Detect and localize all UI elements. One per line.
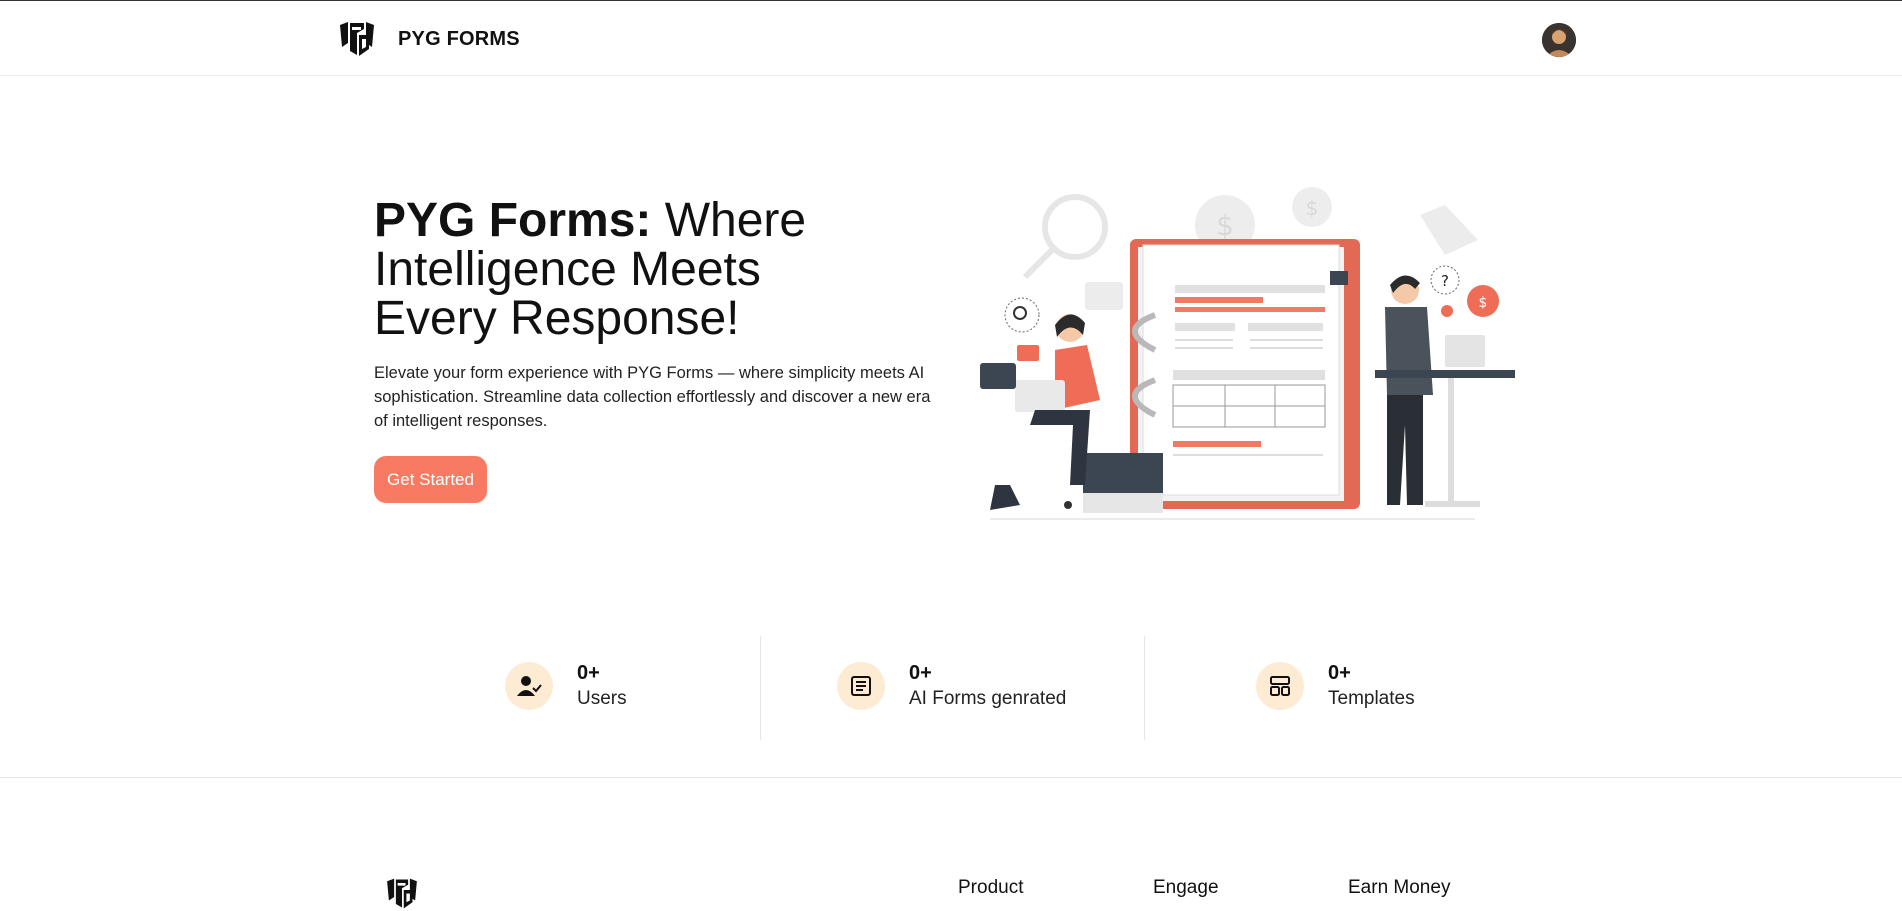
hero-description: Elevate your form experience with PYG Fo… [374,364,931,430]
user-avatar[interactable] [1542,23,1576,57]
stat-templates-label: Templates [1328,688,1415,709]
stat-users: 0+ Users [505,660,627,712]
section-divider [0,777,1902,778]
brand[interactable]: PYG FORMS [336,19,520,59]
brand-name: PYG FORMS [398,27,520,50]
template-icon [1256,662,1304,710]
stat-users-label: Users [577,688,627,709]
stat-users-value: 0+ [577,662,600,684]
footer-logo-icon[interactable] [383,876,421,911]
footer-heading-product: Product [958,877,1024,898]
stat-divider [760,636,761,740]
stat-ai-forms-label: AI Forms genrated [909,688,1067,709]
stat-divider [1144,636,1145,740]
stat-ai-forms: 0+ AI Forms genrated [837,660,1066,712]
site-header: PYG FORMS [0,1,1902,76]
pyg-logo-icon [340,22,374,56]
svg-text:$: $ [1216,209,1234,242]
svg-text:$: $ [1306,196,1319,220]
hero-title-brand: PYG Forms: [374,194,652,247]
avatar-icon [1542,23,1576,57]
svg-text:?: ? [1441,272,1449,290]
svg-text:$: $ [1479,295,1488,311]
footer-heading-engage: Engage [1153,877,1219,898]
get-started-button[interactable]: Get Started [374,456,487,503]
stat-templates-value: 0+ [1328,662,1351,684]
stat-ai-forms-value: 0+ [909,662,932,684]
footer-heading-earn-money: Earn Money [1348,877,1451,898]
user-check-icon [505,662,553,710]
forms-illustration: $ $ ? $ [980,187,1515,520]
form-list-icon [837,662,885,710]
stat-templates: 0+ Templates [1256,660,1415,712]
hero-title: PYG Forms: Where Intelligence Meets Ever… [374,196,894,343]
